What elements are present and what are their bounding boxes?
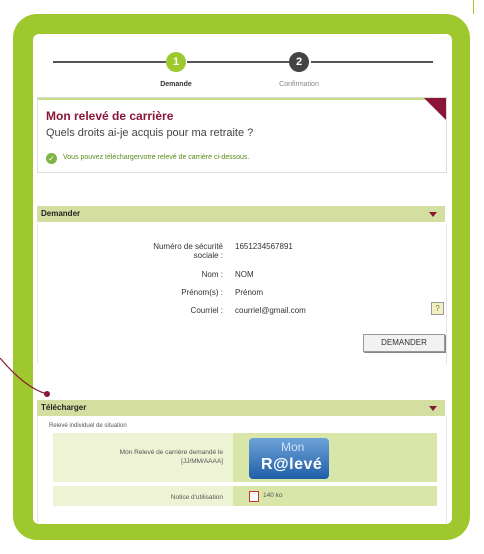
- step-line-middle: [187, 61, 289, 63]
- step-2-label: Confirmation: [279, 81, 319, 88]
- chevron-down-icon[interactable]: [429, 406, 437, 411]
- callout-line: [0, 358, 50, 397]
- page-subtitle: Quels droits ai-je acquis pour ma retrai…: [46, 127, 254, 139]
- demander-section-label: Demander: [41, 209, 81, 218]
- telecharger-section-header[interactable]: Télécharger: [37, 400, 445, 416]
- releve-label: Mon Relevé de carrière demandé le [JJ/MM…: [119, 449, 223, 465]
- top-edge-line: [473, 0, 474, 14]
- prenom-label: Prénom(s) :: [181, 288, 223, 297]
- check-icon: ✓: [46, 153, 57, 164]
- nom-value: NOM: [235, 270, 254, 279]
- chevron-down-icon[interactable]: [429, 212, 437, 217]
- download-caption: Relevé individuel de situation: [49, 423, 127, 429]
- step-line-left: [53, 61, 166, 63]
- info-box-bar: [38, 98, 446, 100]
- content-panel: 1 2 Demande Confirmation Mon relevé de c…: [33, 34, 452, 524]
- corner-ribbon: [424, 98, 446, 120]
- ssn-label: Numéro de sécurité sociale :: [153, 242, 223, 260]
- notice-label: Notice d'utilisation: [170, 494, 223, 501]
- progress-stepper: 1 2 Demande Confirmation: [33, 34, 452, 96]
- step-line-right: [311, 61, 433, 63]
- outer-frame: 1 2 Demande Confirmation Mon relevé de c…: [13, 14, 470, 540]
- courriel-label: Courriel :: [190, 306, 223, 315]
- info-box: Mon relevé de carrière Quels droits ai-j…: [37, 97, 447, 173]
- page-title: Mon relevé de carrière: [46, 109, 174, 123]
- info-message: Vous pouvez téléchargervotre relevé de c…: [63, 154, 250, 161]
- prenom-value: Prénom: [235, 288, 264, 297]
- step-1-circle: 1: [166, 52, 186, 72]
- step-2-circle: 2: [289, 52, 309, 72]
- demander-section-header[interactable]: Demander: [37, 206, 445, 222]
- step-1-label: Demande: [160, 81, 192, 88]
- logo-mon-text: Mon: [281, 440, 305, 454]
- demander-button[interactable]: DEMANDER: [363, 334, 445, 352]
- ssn-value: 1651234567891: [235, 242, 293, 251]
- courriel-value: courriel@gmail.com: [235, 306, 306, 315]
- nom-label: Nom :: [201, 270, 223, 279]
- telecharger-section-label: Télécharger: [41, 403, 87, 412]
- pdf-icon[interactable]: [249, 491, 259, 502]
- help-icon[interactable]: ?: [431, 302, 444, 315]
- logo-releve-text: R@levé: [261, 456, 323, 473]
- notice-file-size[interactable]: 140 ko: [263, 492, 283, 499]
- mon-releve-logo[interactable]: Mon R@levé: [249, 438, 329, 479]
